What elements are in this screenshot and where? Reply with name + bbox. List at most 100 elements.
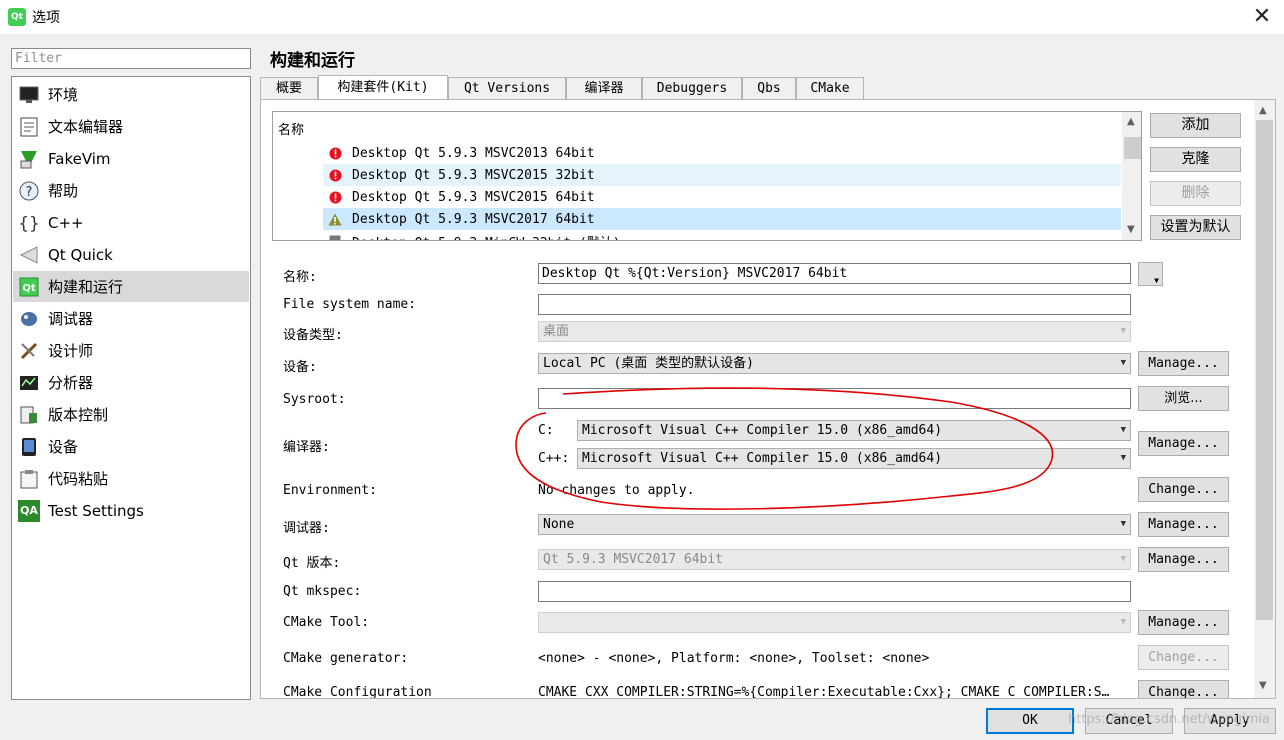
chevron-down-icon: ▼ xyxy=(1120,326,1126,336)
fs-name-field[interactable] xyxy=(538,294,1131,315)
sidebar-item-label: Qt Quick xyxy=(48,245,113,264)
kit-row[interactable]: Desktop Qt 5.9.3 MSVC2013 64bit xyxy=(323,142,1121,164)
ok-button[interactable]: OK xyxy=(986,708,1074,734)
sidebar-item-label: 代码粘贴 xyxy=(48,470,109,488)
kit-icon xyxy=(328,234,342,240)
sidebar-item-designer[interactable]: 设计师 xyxy=(13,335,249,366)
sidebar-item-analyzer[interactable]: 分析器 xyxy=(13,367,249,398)
cmake-configuration-change-button[interactable]: Change... xyxy=(1138,680,1229,698)
debugger-combo[interactable]: None ▼ xyxy=(538,514,1131,535)
sidebar-item-debugger[interactable]: 调试器 xyxy=(13,303,249,334)
kit-row[interactable]: Desktop Qt 5.9.3 MSVC2015 32bit xyxy=(323,164,1121,186)
tab-qbs[interactable]: Qbs xyxy=(742,77,796,99)
sidebar-item-label: C++ xyxy=(48,213,84,232)
sidebar-item-label: 帮助 xyxy=(48,182,79,200)
cpp-compiler-combo[interactable]: Microsoft Visual C++ Compiler 15.0 (x86_… xyxy=(577,448,1131,469)
sidebar-item-label: 环境 xyxy=(48,86,79,104)
scroll-up-icon[interactable]: ▲ xyxy=(1127,116,1135,127)
c-compiler-combo[interactable]: Microsoft Visual C++ Compiler 15.0 (x86_… xyxy=(577,420,1131,441)
sidebar-item-label: 版本控制 xyxy=(48,406,109,424)
category-list: 环境 文本编辑器 FakeVim ? 帮助 {} C++ Qt Quick Qt xyxy=(11,76,251,700)
sidebar-item-label: FakeVim xyxy=(48,149,111,168)
filter-input[interactable] xyxy=(11,48,251,69)
kit-list: 名称 Desktop Qt 5.9.3 MSVC2013 64bit Deskt… xyxy=(272,111,1142,241)
sidebar-item-cpp[interactable]: {} C++ xyxy=(13,207,249,238)
remove-kit-button[interactable]: 删除 xyxy=(1150,181,1241,206)
version-control-icon xyxy=(18,404,40,426)
scroll-up-icon[interactable]: ▲ xyxy=(1259,105,1267,116)
title-bar: Qt 选项 ✕ xyxy=(0,0,1284,34)
chevron-down-icon: ▼ xyxy=(1120,453,1126,463)
sysroot-field[interactable] xyxy=(538,388,1131,409)
sidebar-item-fakevim[interactable]: FakeVim xyxy=(13,143,249,174)
sidebar-item-code-paste[interactable]: 代码粘贴 xyxy=(13,463,249,494)
qt-logo-icon: Qt xyxy=(8,8,26,26)
sidebar-item-version-control[interactable]: 版本控制 xyxy=(13,399,249,430)
panel-scroll-thumb[interactable] xyxy=(1256,120,1273,620)
kit-row[interactable]: Desktop Qt 5.9.3 MSVC2015 64bit xyxy=(323,186,1121,208)
scroll-down-icon[interactable]: ▼ xyxy=(1259,680,1267,691)
warning-icon xyxy=(328,212,342,226)
scroll-down-icon[interactable]: ▼ xyxy=(1127,224,1135,235)
tab-kits[interactable]: 构建套件(Kit) xyxy=(318,75,448,99)
qa-icon: QA xyxy=(18,499,40,522)
qa-icon-text: QA xyxy=(20,504,38,517)
sysroot-browse-button[interactable]: 浏览... xyxy=(1138,386,1229,411)
mkspec-field[interactable] xyxy=(538,581,1131,602)
sidebar-item-qt-quick[interactable]: Qt Quick xyxy=(13,239,249,270)
sidebar-item-label: 文本编辑器 xyxy=(48,118,124,136)
clone-kit-button[interactable]: 克隆 xyxy=(1150,147,1241,172)
sidebar-item-help[interactable]: ? 帮助 xyxy=(13,175,249,206)
close-icon[interactable]: ✕ xyxy=(1244,2,1280,32)
debugger-label: 调试器: xyxy=(283,521,330,536)
kit-name-field[interactable]: Desktop Qt %{Qt:Version} MSVC2017 64bit xyxy=(538,263,1131,284)
braces-icon: {} xyxy=(18,212,40,234)
sidebar-item-label: 分析器 xyxy=(48,374,94,392)
tab-cmake[interactable]: CMake xyxy=(796,77,864,99)
cmake-generator-change-button[interactable]: Change... xyxy=(1138,645,1229,670)
kit-row[interactable]: Desktop Qt 5.9.3 MinGW 32bit (默认) xyxy=(323,230,1121,241)
device-manage-button[interactable]: Manage... xyxy=(1138,351,1229,376)
sidebar-item-environment[interactable]: 环境 xyxy=(13,79,249,110)
qt-version-manage-button[interactable]: Manage... xyxy=(1138,547,1229,572)
add-kit-button[interactable]: 添加 xyxy=(1150,113,1241,138)
sidebar-item-device[interactable]: 设备 xyxy=(13,431,249,462)
page-title: 构建和运行 xyxy=(270,51,355,71)
tab-compilers[interactable]: 编译器 xyxy=(566,77,642,99)
fakevim-icon xyxy=(18,148,40,170)
sidebar-item-text-editor[interactable]: 文本编辑器 xyxy=(13,111,249,142)
tab-overview[interactable]: 概要 xyxy=(260,77,318,99)
environment-change-button[interactable]: Change... xyxy=(1138,477,1229,502)
help-icon: ? xyxy=(18,180,40,202)
tab-qt-versions[interactable]: Qt Versions xyxy=(448,77,566,99)
sidebar-item-build-run[interactable]: Qt 构建和运行 xyxy=(13,271,249,302)
c-compiler-label: C: xyxy=(538,423,554,438)
kit-name: Desktop Qt 5.9.3 MSVC2015 64bit xyxy=(352,189,595,205)
tab-debuggers[interactable]: Debuggers xyxy=(642,77,742,99)
qt-version-combo: Qt 5.9.3 MSVC2017 64bit ▼ xyxy=(538,549,1131,570)
error-icon xyxy=(328,146,342,160)
c-compiler-value: Microsoft Visual C++ Compiler 15.0 (x86_… xyxy=(582,423,943,438)
kit-icon-button[interactable]: ▼ xyxy=(1138,262,1163,286)
window-title: 选项 xyxy=(32,10,60,26)
kit-list-scroll-thumb[interactable] xyxy=(1124,137,1141,159)
set-default-kit-button[interactable]: 设置为默认 xyxy=(1150,215,1241,240)
kit-name: Desktop Qt 5.9.3 MSVC2013 64bit xyxy=(352,145,595,161)
chevron-down-icon: ▼ xyxy=(1120,358,1126,368)
device-value: Local PC (桌面 类型的默认设备) xyxy=(543,356,754,371)
sidebar-item-test-settings[interactable]: QA Test Settings xyxy=(13,495,249,526)
compiler-manage-button[interactable]: Manage... xyxy=(1138,431,1229,456)
designer-icon xyxy=(18,340,40,362)
kit-list-scrollbar[interactable] xyxy=(1122,112,1141,240)
device-combo[interactable]: Local PC (桌面 类型的默认设备) ▼ xyxy=(538,353,1131,374)
cmake-tool-combo: ▼ xyxy=(538,612,1131,633)
cpp-compiler-label: C++: xyxy=(538,451,570,466)
text-editor-icon xyxy=(18,116,40,138)
cmake-tool-manage-button[interactable]: Manage... xyxy=(1138,610,1229,635)
watermark: https://blog.csdn.net/wangimia xyxy=(1068,712,1271,727)
kit-name: Desktop Qt 5.9.3 MinGW 32bit (默认) xyxy=(352,232,621,241)
debugger-manage-button[interactable]: Manage... xyxy=(1138,512,1229,537)
device-icon xyxy=(18,436,40,458)
sidebar-item-label: 设备 xyxy=(48,438,79,456)
kit-row-selected[interactable]: Desktop Qt 5.9.3 MSVC2017 64bit xyxy=(323,208,1121,230)
